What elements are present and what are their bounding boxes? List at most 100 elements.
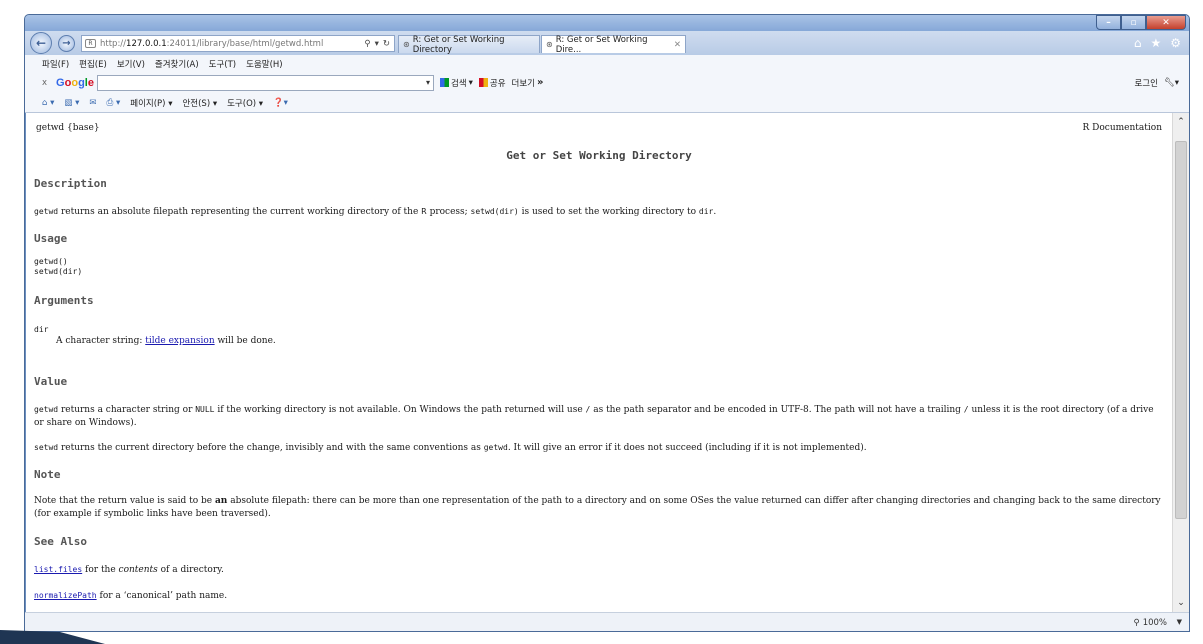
text: if the working directory is not availabl… xyxy=(214,405,586,415)
close-tab-icon[interactable]: ✕ xyxy=(674,40,681,50)
text: as the path separator and be encoded in … xyxy=(590,405,964,415)
doc-header-right: R Documentation xyxy=(1082,123,1162,133)
maximize-button[interactable]: ▫ xyxy=(1121,15,1146,30)
mail-icon[interactable]: ✉ xyxy=(89,98,96,108)
menu-favorites[interactable]: 즐겨찾기(A) xyxy=(155,58,199,70)
page-menu[interactable]: 페이지(P) ▾ xyxy=(130,97,172,109)
wrench-icon[interactable]: 🔧︎▾ xyxy=(1164,78,1179,88)
description-heading: Description xyxy=(34,177,107,190)
doc-header-left: getwd {base} xyxy=(36,123,100,133)
safety-menu-label: 안전(S) xyxy=(182,98,211,109)
url-prefix: http:// xyxy=(100,38,127,49)
code-null: NULL xyxy=(195,405,215,414)
menu-file[interactable]: 파일(F) xyxy=(42,58,69,70)
bold-text: an xyxy=(214,496,228,506)
scrollbar-thumb[interactable] xyxy=(1175,141,1187,519)
argument-description: A character string: tilde expansion will… xyxy=(56,335,1172,348)
menu-edit[interactable]: 편집(E) xyxy=(79,58,107,70)
google-toolbar: x Google ▾ 검색 ▾ 공유 더보기 » 로그인 🔧︎▾ xyxy=(25,72,1189,93)
code-getwd: getwd xyxy=(34,405,59,414)
dropdown-icon[interactable]: ▾ xyxy=(426,78,430,87)
menu-view[interactable]: 보기(V) xyxy=(117,58,145,70)
dropdown-icon[interactable]: ▾ xyxy=(469,78,473,88)
note-heading: Note xyxy=(34,468,61,481)
text: returns a character string or xyxy=(58,405,196,415)
back-button[interactable]: ← xyxy=(30,32,52,54)
text: Note that the return value is said to be xyxy=(34,496,215,506)
minimize-button[interactable]: – xyxy=(1096,15,1121,30)
gear-icon[interactable]: ⚙ xyxy=(1170,36,1181,50)
tools-menu-label: 도구(O) xyxy=(227,98,257,109)
google-toolbar-right: 로그인 🔧︎▾ xyxy=(1134,77,1179,89)
refresh-icon[interactable]: ↻ xyxy=(383,39,390,49)
arguments-heading: Arguments xyxy=(34,294,94,307)
favorites-star-icon[interactable]: ★ xyxy=(1150,36,1161,50)
value-paragraph-1: getwd returns a character string or NULL… xyxy=(34,403,1162,430)
zoom-icon: ⚲ xyxy=(1133,618,1140,628)
home-cmd-icon[interactable]: ⌂ ▾ xyxy=(42,98,54,108)
help-icon[interactable]: ❓▾ xyxy=(273,98,288,108)
code-setwd: setwd xyxy=(34,443,59,452)
url-path: :24011/library/base/html/getwd.html xyxy=(166,38,324,49)
share-button-label: 공유 xyxy=(489,78,506,89)
rss-feed-icon[interactable]: ▧ ▾ xyxy=(64,98,79,108)
login-link[interactable]: 로그인 xyxy=(1134,77,1157,89)
scroll-down-icon[interactable]: ⌄ xyxy=(1173,596,1189,610)
text: for the xyxy=(82,565,119,575)
value-heading: Value xyxy=(34,375,68,388)
text: of a directory. xyxy=(157,565,224,575)
code-dir: dir xyxy=(698,207,714,216)
address-bar[interactable]: R http://127.0.0.1:24011/library/base/ht… xyxy=(81,35,395,52)
slide-decoration xyxy=(0,630,105,644)
scroll-up-icon[interactable]: ⌃ xyxy=(1173,115,1189,129)
home-icon[interactable]: ⌂ xyxy=(1134,36,1142,50)
navigation-bar: ← → R http://127.0.0.1:24011/library/bas… xyxy=(25,31,1189,55)
see-also-item-2: normalizePath for a ‘canonical’ path nam… xyxy=(34,589,1162,603)
code-getwd: getwd xyxy=(34,207,59,216)
more-chevron-icon: » xyxy=(537,77,544,88)
text: returns the current directory before the… xyxy=(58,443,484,453)
google-search-button[interactable]: 검색 ▾ xyxy=(439,77,473,89)
code-setwd: setwd(dir) xyxy=(470,207,519,216)
usage-heading: Usage xyxy=(34,232,68,245)
zoom-dropdown-icon[interactable]: ▼ xyxy=(1177,618,1182,626)
see-also-heading: See Also xyxy=(34,535,87,548)
page-content: getwd {base} R Documentation Get or Set … xyxy=(26,113,1172,612)
usage-code: getwd() setwd(dir) xyxy=(34,257,1162,277)
list-files-link[interactable]: list.files xyxy=(34,565,82,574)
text: process; xyxy=(426,207,471,217)
zoom-control[interactable]: ⚲ 100% xyxy=(1133,618,1167,628)
tab-label: R: Get or Set Working Directory xyxy=(412,34,505,55)
tilde-expansion-link[interactable]: tilde expansion xyxy=(145,336,214,346)
tab-2-active[interactable]: ⊛ R: Get or Set Working Dire... ✕ xyxy=(541,34,686,55)
more-button-label: 더보기 xyxy=(511,78,536,89)
menu-help[interactable]: 도움말(H) xyxy=(246,58,282,70)
text: A character string: xyxy=(56,336,146,346)
safety-menu[interactable]: 안전(S) ▾ xyxy=(182,97,217,109)
more-button[interactable]: 더보기 » xyxy=(512,77,544,89)
menu-bar: 파일(F) 편집(E) 보기(V) 즐겨찾기(A) 도구(T) 도움말(H) xyxy=(25,55,1189,72)
text: . xyxy=(713,207,717,217)
tab-1[interactable]: ⊛ R: Get or Set Working Directory xyxy=(398,34,540,55)
r-page-icon: ⊛ xyxy=(403,40,410,49)
forward-button[interactable]: → xyxy=(58,35,75,52)
window-controls: – ▫ ✕ xyxy=(1096,15,1186,30)
close-window-button[interactable]: ✕ xyxy=(1146,15,1186,30)
print-icon[interactable]: ⎙ ▾ xyxy=(107,98,121,108)
share-icon xyxy=(478,78,488,87)
search-button-label: 검색 xyxy=(450,78,467,89)
google-search-input[interactable]: ▾ xyxy=(96,74,434,91)
vertical-scrollbar[interactable]: ⌃ ⌄ xyxy=(1172,113,1189,612)
share-button[interactable]: 공유 xyxy=(478,77,506,89)
toolbar-close-button[interactable]: x xyxy=(42,78,47,88)
menu-tools[interactable]: 도구(T) xyxy=(209,58,236,70)
normalize-path-link[interactable]: normalizePath xyxy=(34,591,97,600)
tab-label: R: Get or Set Working Dire... xyxy=(555,34,648,55)
text: . It will give an error if it does not s… xyxy=(507,443,867,453)
dropdown-icon[interactable]: ▾ xyxy=(375,39,379,49)
search-icon[interactable]: ⚲ xyxy=(364,39,370,49)
google-logo: Google xyxy=(56,76,94,89)
tools-menu[interactable]: 도구(O) ▾ xyxy=(227,97,263,109)
code-getwd: getwd xyxy=(483,443,508,452)
r-page-icon: ⊛ xyxy=(546,40,553,49)
